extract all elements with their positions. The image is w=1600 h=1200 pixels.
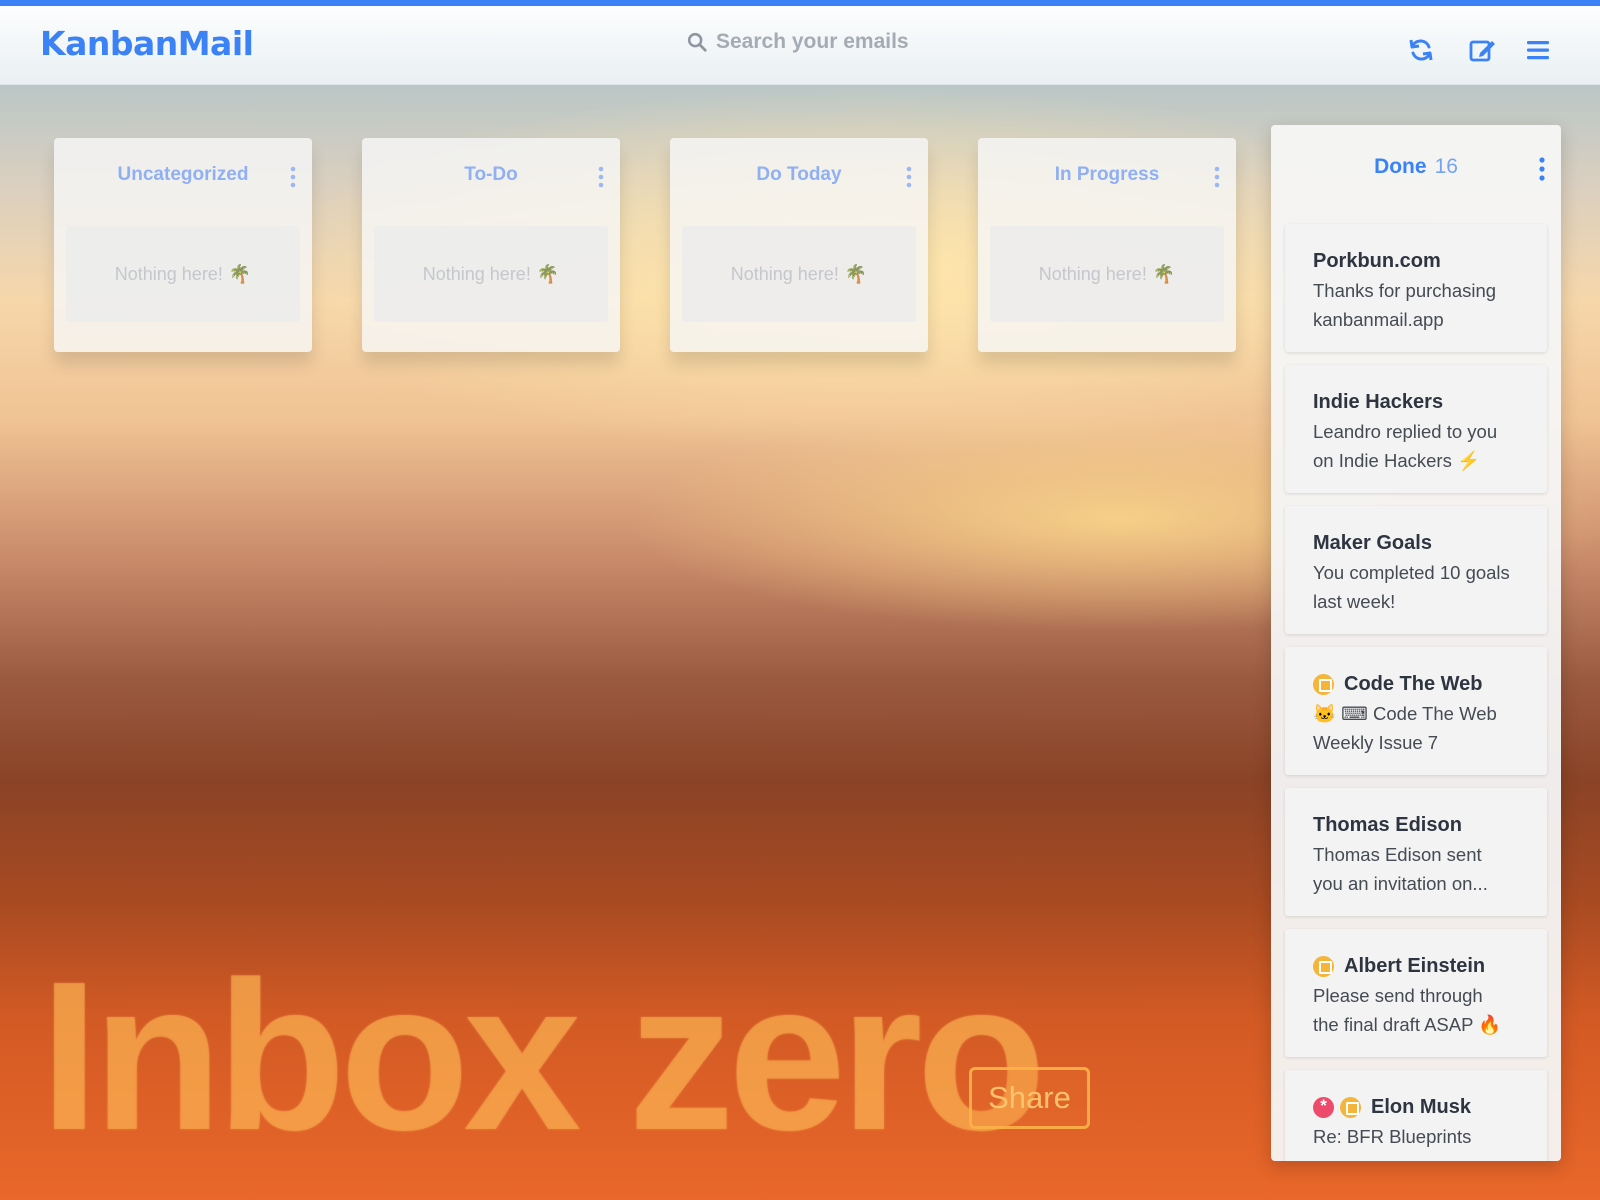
preview-line: You completed 10 goals: [1313, 562, 1510, 583]
compose-icon[interactable]: [1468, 36, 1496, 64]
column-do-today: Do Today Nothing here! 🌴: [670, 138, 928, 352]
email-count: 16: [1434, 155, 1458, 178]
search-icon: [687, 32, 707, 52]
email-card[interactable]: Indie Hackers Leandro replied to you on …: [1285, 365, 1547, 493]
column-title: Uncategorized: [117, 164, 249, 185]
done-header: Done 16: [1271, 155, 1561, 179]
kebab-menu-icon[interactable]: [1537, 157, 1547, 181]
email-sender: Indie Hackers: [1313, 390, 1444, 413]
preview-line: Leandro replied to you: [1313, 421, 1498, 442]
preview-line: Thanks for purchasing: [1313, 280, 1497, 301]
email-sender: Albert Einstein: [1344, 954, 1486, 977]
empty-text: Nothing here!: [422, 263, 531, 284]
email-card[interactable]: Maker Goals You completed 10 goals last …: [1285, 506, 1547, 634]
palm-tree-icon: 🌴: [844, 263, 868, 284]
empty-state: Nothing here! 🌴: [66, 226, 300, 322]
column-title: To-Do: [464, 164, 518, 185]
app-header: KanbanMail: [0, 6, 1600, 85]
flag-icon: [1313, 673, 1334, 695]
share-button[interactable]: Share: [969, 1067, 1090, 1129]
email-card[interactable]: Thomas Edison Thomas Edison sent you an …: [1285, 788, 1547, 916]
preview-line: the final draft ASAP 🔥: [1313, 1014, 1502, 1035]
menu-icon[interactable]: [1524, 36, 1552, 64]
search-input[interactable]: [716, 30, 976, 54]
email-card[interactable]: Elon Musk Re: BFR Blueprints: [1285, 1070, 1547, 1161]
empty-text: Nothing here!: [1038, 263, 1147, 284]
palm-tree-icon: 🌴: [228, 263, 252, 284]
column-in-progress: In Progress Nothing here! 🌴: [978, 138, 1236, 352]
kebab-menu-icon[interactable]: [904, 166, 914, 188]
column-uncategorized: Uncategorized Nothing here! 🌴: [54, 138, 312, 352]
empty-state: Nothing here! 🌴: [374, 226, 608, 322]
email-preview: You completed 10 goals last week!: [1313, 558, 1527, 616]
preview-line: last week!: [1313, 591, 1396, 612]
kebab-menu-icon[interactable]: [288, 166, 298, 188]
column-title: In Progress: [1054, 164, 1160, 185]
email-sender-row: Code The Web: [1313, 671, 1527, 697]
empty-text: Nothing here!: [114, 263, 223, 284]
preview-line: Please send through: [1313, 985, 1483, 1006]
email-preview: 🐱 ⌨ Code The Web Weekly Issue 7: [1313, 699, 1527, 757]
email-sender-row: Albert Einstein: [1313, 953, 1527, 979]
preview-line: you an invitation on...: [1313, 873, 1488, 894]
preview-line: on Indie Hackers ⚡: [1313, 450, 1480, 471]
email-preview: Thomas Edison sent you an invitation on.…: [1313, 840, 1527, 898]
email-sender: Porkbun.com: [1313, 249, 1441, 272]
email-sender: Elon Musk: [1371, 1095, 1472, 1118]
column-to-do: To-Do Nothing here! 🌴: [362, 138, 620, 352]
email-preview: Leandro replied to you on Indie Hackers …: [1313, 417, 1527, 475]
search-bar[interactable]: [686, 30, 976, 54]
email-card[interactable]: Albert Einstein Please send through the …: [1285, 929, 1547, 1057]
kebab-menu-icon[interactable]: [1212, 166, 1222, 188]
preview-line: Thomas Edison sent: [1313, 844, 1482, 865]
app-logo[interactable]: KanbanMail: [40, 24, 254, 63]
email-sender: Code The Web: [1344, 672, 1483, 695]
preview-line: kanbanmail.app: [1313, 309, 1444, 330]
empty-state: Nothing here! 🌴: [682, 226, 916, 322]
preview-line: 🐱 ⌨ Code The Web: [1313, 703, 1497, 724]
email-sender: Thomas Edison: [1313, 813, 1462, 836]
flag-icon: [1340, 1096, 1361, 1118]
star-icon: [1313, 1096, 1334, 1118]
palm-tree-icon: 🌴: [536, 263, 560, 284]
inbox-zero-title: Inbox zero: [40, 937, 1046, 1174]
flag-icon: [1313, 955, 1334, 977]
kebab-menu-icon[interactable]: [596, 166, 606, 188]
email-card[interactable]: Porkbun.com Thanks for purchasing kanban…: [1285, 224, 1547, 352]
empty-state: Nothing here! 🌴: [990, 226, 1224, 322]
email-preview: Thanks for purchasing kanbanmail.app: [1313, 276, 1527, 334]
email-card[interactable]: Code The Web 🐱 ⌨ Code The Web Weekly Iss…: [1285, 647, 1547, 775]
email-sender: Maker Goals: [1313, 531, 1432, 554]
preview-line: Weekly Issue 7: [1313, 732, 1439, 753]
empty-text: Nothing here!: [730, 263, 839, 284]
email-preview: Re: BFR Blueprints: [1313, 1122, 1527, 1151]
palm-tree-icon: 🌴: [1152, 263, 1176, 284]
column-title: Done: [1374, 155, 1427, 178]
column-title: Do Today: [756, 164, 842, 185]
preview-line: Re: BFR Blueprints: [1313, 1126, 1472, 1147]
refresh-icon[interactable]: [1407, 36, 1435, 64]
email-sender-row: Elon Musk: [1313, 1094, 1527, 1120]
column-done: Done 16 Porkbun.com Thanks for purchasing…: [1271, 125, 1561, 1161]
email-preview: Please send through the final draft ASAP…: [1313, 981, 1527, 1039]
